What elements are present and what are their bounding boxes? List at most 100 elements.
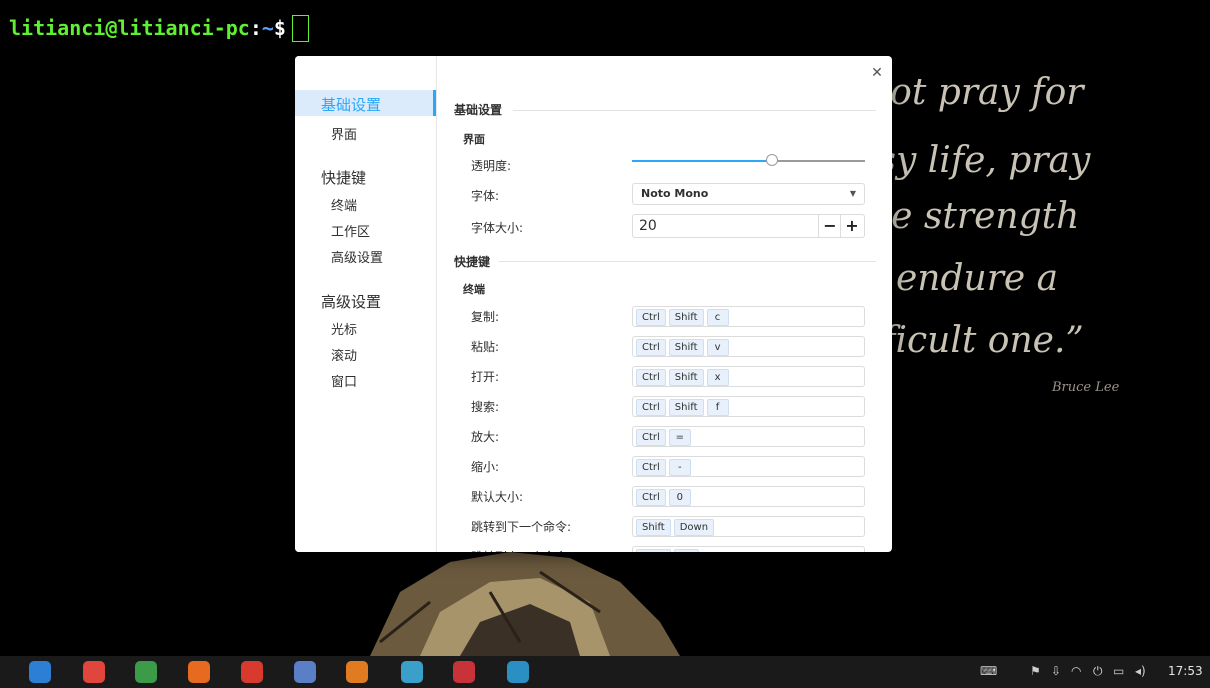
prompt-dollar: $ bbox=[273, 16, 286, 40]
sidebar-item-workspace[interactable]: 工作区 bbox=[331, 221, 370, 240]
shortcut-key: Shift bbox=[636, 519, 671, 536]
shortcut-key: Ctrl bbox=[636, 339, 666, 356]
keyboard-icon[interactable]: ⌨ bbox=[980, 664, 997, 678]
notification-icon[interactable]: ⚑ bbox=[1030, 664, 1041, 678]
shortcut-key: Up bbox=[673, 549, 700, 552]
sidebar-item-basic-settings[interactable]: 基础设置 bbox=[321, 94, 381, 115]
sidebar-item-cursor[interactable]: 光标 bbox=[331, 319, 357, 338]
shortcut-key: Ctrl bbox=[636, 459, 666, 476]
sidebar-item-terminal[interactable]: 终端 bbox=[331, 195, 357, 214]
shortcut-key: - bbox=[668, 459, 691, 476]
font-select-value: Noto Mono bbox=[641, 187, 709, 200]
nav-selected-indicator bbox=[433, 90, 436, 116]
shortcut-input[interactable]: Ctrl Shift x bbox=[632, 366, 865, 387]
shortcut-label: 跳转到下一个命令: bbox=[471, 520, 572, 534]
terminal-cursor bbox=[291, 15, 309, 42]
volume-icon[interactable]: ◂) bbox=[1135, 664, 1146, 678]
wallpaper-quote-author: Bruce Lee bbox=[1052, 380, 1120, 395]
settings-content[interactable]: 基础设置 界面 透明度: 字体: Noto Mono ▼ 字体大小: 20 − … bbox=[437, 56, 892, 552]
firefox-icon[interactable] bbox=[188, 661, 210, 683]
shortcut-key: f bbox=[706, 399, 729, 416]
section-divider bbox=[513, 110, 876, 111]
font-size-input[interactable]: 20 bbox=[639, 218, 657, 234]
shortcut-input[interactable]: Shift Down bbox=[632, 516, 865, 537]
shortcut-label: 打开: bbox=[471, 370, 500, 384]
shortcut-label: 默认大小: bbox=[471, 490, 524, 504]
wallpaper-quote-line: endure a bbox=[896, 258, 1059, 299]
shortcut-key: 0 bbox=[668, 489, 691, 506]
opacity-slider[interactable] bbox=[632, 154, 865, 166]
shortcut-key: Shift bbox=[668, 369, 704, 386]
sidebar-item-advanced-shortcuts[interactable]: 高级设置 bbox=[331, 247, 383, 266]
terminal-prompt: litianci@litianci-pc:~$ bbox=[9, 14, 309, 42]
font-size-decrease-button[interactable]: − bbox=[818, 215, 841, 237]
opacity-label: 透明度: bbox=[471, 159, 512, 173]
sidebar-item-shortcuts[interactable]: 快捷键 bbox=[321, 167, 366, 188]
record-icon[interactable] bbox=[83, 661, 105, 683]
shortcut-input[interactable]: Ctrl = bbox=[632, 426, 865, 447]
battery-icon[interactable]: ▭ bbox=[1113, 664, 1124, 678]
shortcut-key: Ctrl bbox=[636, 309, 666, 326]
shortcut-input[interactable]: Ctrl Shift c bbox=[632, 306, 865, 327]
shortcut-key: = bbox=[668, 429, 691, 446]
font-size-stepper[interactable]: 20 − + bbox=[632, 214, 865, 238]
shortcut-key: Down bbox=[673, 519, 715, 536]
font-size-increase-button[interactable]: + bbox=[840, 215, 863, 237]
font-select[interactable]: Noto Mono ▼ bbox=[632, 183, 865, 205]
subsection-title-interface: 界面 bbox=[463, 133, 485, 146]
file-manager-icon[interactable] bbox=[507, 661, 529, 683]
wallpaper-figure-illustration bbox=[370, 552, 680, 656]
opacity-slider-handle[interactable] bbox=[765, 154, 778, 166]
section-title-shortcuts: 快捷键 bbox=[454, 255, 491, 269]
shortcut-input[interactable]: Ctrl 0 bbox=[632, 486, 865, 507]
shortcut-key: c bbox=[706, 309, 729, 326]
prompt-user-host: litianci@litianci-pc bbox=[9, 16, 250, 40]
shortcut-input[interactable]: Ctrl - bbox=[632, 456, 865, 477]
usb-icon[interactable]: ⇩ bbox=[1051, 664, 1061, 678]
shortcut-key: Shift bbox=[636, 549, 671, 552]
taskbar: ⌨ ⚑ ⇩ ◠ ⏻ ▭ ◂) 17:53 bbox=[0, 656, 1210, 688]
sidebar-item-interface[interactable]: 界面 bbox=[331, 124, 357, 143]
chevron-down-icon: ▼ bbox=[849, 189, 856, 198]
shortcut-key: Ctrl bbox=[636, 489, 666, 506]
font-label: 字体: bbox=[471, 189, 500, 203]
font-size-label: 字体大小: bbox=[471, 221, 524, 235]
settings-sidebar: 基础设置 界面 快捷键 终端 工作区 高级设置 高级设置 光标 滚动 窗口 bbox=[295, 56, 437, 552]
wallpaper-quote-line: not pray for bbox=[867, 72, 1084, 113]
shortcut-input[interactable]: Ctrl Shift f bbox=[632, 396, 865, 417]
wallpaper-quote-line: he strength bbox=[868, 196, 1080, 237]
shortcut-input[interactable]: ShiftUp bbox=[632, 546, 865, 552]
shortcut-key: x bbox=[706, 369, 729, 386]
wallpaper-quote-line: fficult one.” bbox=[870, 320, 1084, 361]
system-monitor-icon[interactable] bbox=[401, 661, 423, 683]
subsection-title-terminal: 终端 bbox=[463, 283, 485, 296]
launcher-icon[interactable] bbox=[29, 661, 51, 683]
shortcut-label: 复制: bbox=[471, 310, 500, 324]
clock[interactable]: 17:53 bbox=[1168, 664, 1203, 678]
matlab-icon[interactable] bbox=[346, 661, 368, 683]
shortcut-key: Ctrl bbox=[636, 429, 666, 446]
shortcut-key: Shift bbox=[668, 309, 704, 326]
opacity-slider-fill bbox=[632, 160, 772, 162]
sidebar-item-advanced-settings[interactable]: 高级设置 bbox=[321, 291, 381, 312]
rstudio-icon[interactable] bbox=[294, 661, 316, 683]
shortcut-key: v bbox=[706, 339, 729, 356]
archive-icon[interactable] bbox=[135, 661, 157, 683]
shortcut-label: 搜索: bbox=[471, 400, 500, 414]
shortcut-input[interactable]: Ctrl Shift v bbox=[632, 336, 865, 357]
section-divider bbox=[499, 261, 876, 262]
shortcut-key: Shift bbox=[668, 339, 704, 356]
shortcut-label: 跳转到上一个命令: bbox=[471, 548, 571, 552]
power-icon[interactable]: ⏻ bbox=[1093, 664, 1103, 679]
sidebar-item-scroll[interactable]: 滚动 bbox=[331, 345, 357, 364]
sidebar-item-window[interactable]: 窗口 bbox=[331, 371, 357, 390]
prompt-path: ~ bbox=[261, 16, 274, 40]
shortcut-label: 粘贴: bbox=[471, 340, 500, 354]
shortcut-label: 放大: bbox=[471, 430, 500, 444]
prompt-colon: : bbox=[249, 16, 262, 40]
netease-music-icon[interactable] bbox=[241, 661, 263, 683]
terminal-icon[interactable] bbox=[453, 661, 475, 683]
wifi-icon[interactable]: ◠ bbox=[1071, 664, 1081, 678]
section-title-basic-settings: 基础设置 bbox=[454, 103, 503, 117]
shortcut-key: Shift bbox=[668, 399, 704, 416]
